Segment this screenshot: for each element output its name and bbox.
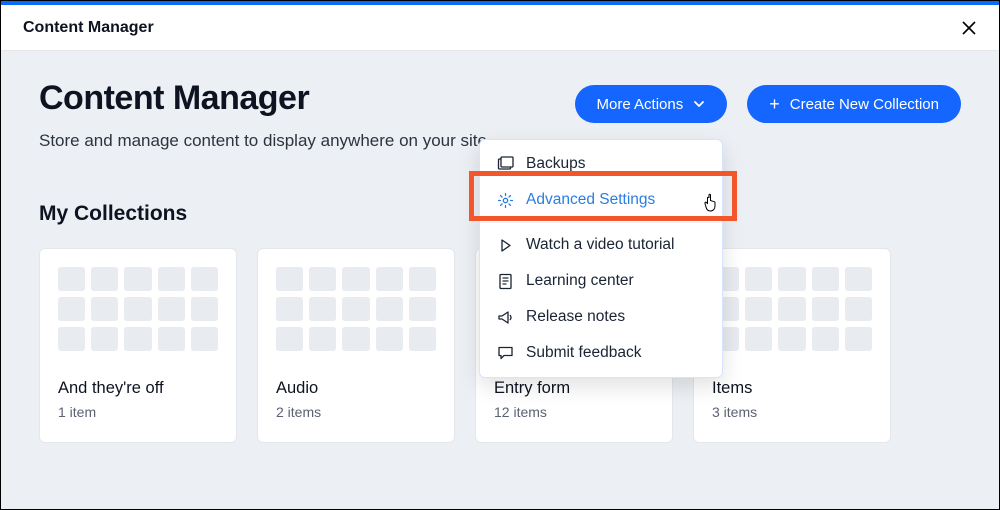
close-icon[interactable] xyxy=(961,20,977,36)
collection-title: Items xyxy=(712,379,872,398)
gear-icon xyxy=(496,191,514,209)
collection-card[interactable]: And they're off 1 item xyxy=(39,248,237,443)
menu-item-backups[interactable]: Backups xyxy=(480,146,722,182)
collection-item-count: 1 item xyxy=(58,404,218,420)
menu-item-learning-center[interactable]: Learning center xyxy=(480,263,722,299)
backups-icon xyxy=(496,155,514,173)
menu-item-label: Backups xyxy=(526,155,585,173)
collection-thumbnail xyxy=(58,267,218,351)
collection-card[interactable]: Audio 2 items xyxy=(257,248,455,443)
topbar: Content Manager xyxy=(1,5,999,51)
collection-item-count: 12 items xyxy=(494,404,654,420)
collection-title: Entry form xyxy=(494,379,654,398)
menu-item-label: Submit feedback xyxy=(526,344,641,362)
page-subtitle: Store and manage content to display anyw… xyxy=(39,128,492,154)
collection-thumbnail xyxy=(712,267,872,351)
collection-thumbnail xyxy=(276,267,436,351)
collection-item-count: 3 items xyxy=(712,404,872,420)
menu-item-advanced-settings[interactable]: Advanced Settings xyxy=(480,182,722,218)
topbar-title: Content Manager xyxy=(23,19,154,37)
collection-title: Audio xyxy=(276,379,436,398)
menu-separator xyxy=(480,222,722,223)
menu-item-label: Watch a video tutorial xyxy=(526,236,674,254)
menu-item-release-notes[interactable]: Release notes xyxy=(480,299,722,335)
menu-item-label: Learning center xyxy=(526,272,634,290)
menu-item-label: Advanced Settings xyxy=(526,191,655,209)
play-icon xyxy=(496,236,514,254)
more-actions-menu: Backups Advanced Settings Watch a video … xyxy=(479,139,723,378)
page-title: Content Manager xyxy=(39,79,492,118)
more-actions-button[interactable]: More Actions xyxy=(575,85,728,123)
menu-item-label: Release notes xyxy=(526,308,625,326)
menu-item-watch-video[interactable]: Watch a video tutorial xyxy=(480,227,722,263)
more-actions-label: More Actions xyxy=(597,96,684,113)
create-new-label: Create New Collection xyxy=(790,96,939,113)
plus-icon: + xyxy=(769,95,780,113)
megaphone-icon xyxy=(496,308,514,326)
menu-item-submit-feedback[interactable]: Submit feedback xyxy=(480,335,722,371)
doc-icon xyxy=(496,272,514,290)
chat-icon xyxy=(496,344,514,362)
collection-title: And they're off xyxy=(58,379,218,398)
chevron-down-icon xyxy=(693,98,705,110)
create-new-collection-button[interactable]: + Create New Collection xyxy=(747,85,961,123)
collection-item-count: 2 items xyxy=(276,404,436,420)
